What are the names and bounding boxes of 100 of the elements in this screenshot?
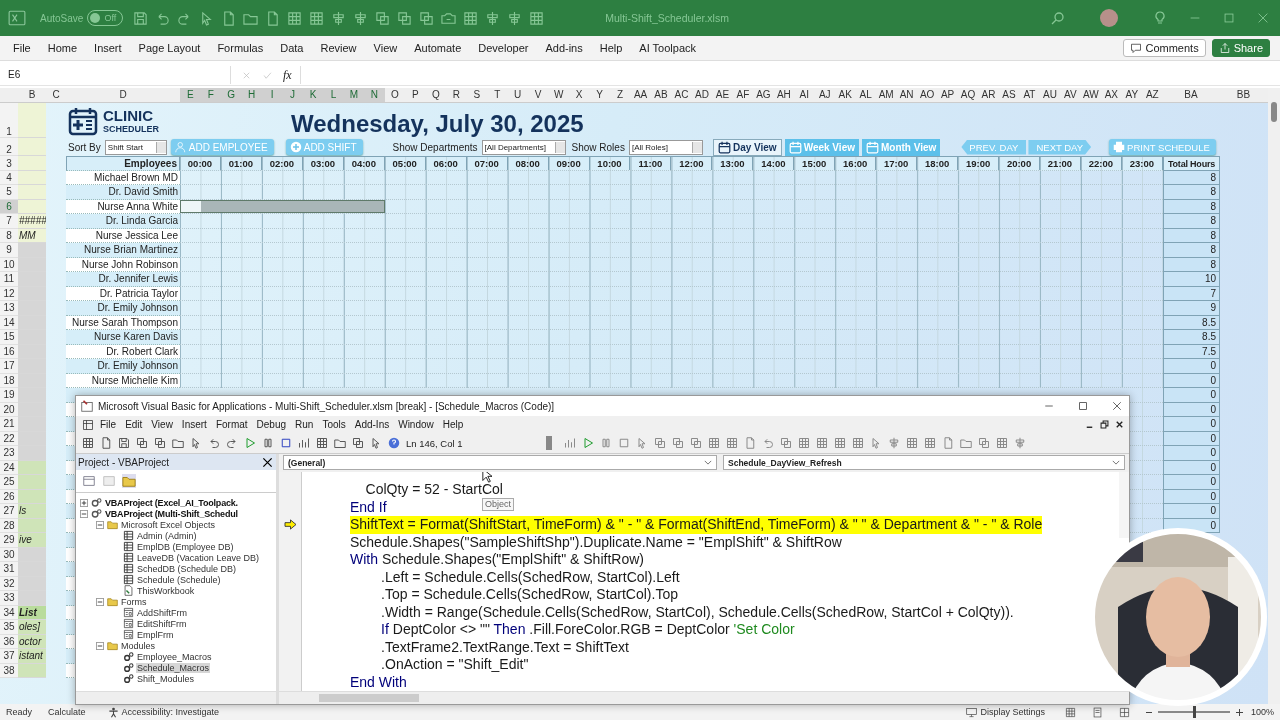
row-number[interactable]: 5 (0, 185, 18, 200)
tree-item[interactable]: LeaveDB (Vacation Leave DB) (136, 552, 260, 563)
close-icon[interactable] (1114, 419, 1125, 430)
tree-item[interactable]: EditShiftFrm (136, 618, 188, 629)
column-header[interactable]: Z (609, 88, 631, 102)
menu-item[interactable]: Debug (256, 419, 286, 430)
check-icon[interactable] (262, 69, 273, 81)
column-header[interactable]: V (527, 88, 549, 102)
column-header[interactable]: F (200, 88, 221, 102)
tree-item[interactable]: Schedule (Schedule) (136, 574, 222, 585)
document-icon[interactable] (265, 10, 281, 26)
column-header[interactable]: S (466, 88, 488, 102)
column-header[interactable]: E (180, 88, 201, 102)
tree-item[interactable]: Employee_Macros (136, 651, 213, 662)
row-number[interactable]: 27 (0, 504, 18, 519)
hour-cells[interactable] (180, 228, 1163, 243)
search-icon[interactable] (1050, 10, 1066, 26)
column-header[interactable]: C (46, 88, 66, 102)
align-icon[interactable] (1014, 437, 1026, 449)
horizontal-scrollbar[interactable] (279, 691, 1129, 704)
column-header[interactable]: U (507, 88, 528, 102)
document-icon[interactable] (942, 437, 954, 449)
pointer-icon[interactable] (370, 437, 382, 449)
row-number[interactable]: 33 (0, 591, 18, 606)
tree-item[interactable]: Microsoft Excel Objects (120, 519, 217, 530)
column-header[interactable]: H (241, 88, 262, 102)
column-header[interactable]: AP (937, 88, 958, 102)
hour-cells[interactable] (180, 170, 1163, 185)
page-break-icon[interactable] (1118, 706, 1130, 718)
column-header[interactable]: AL (855, 88, 876, 102)
pointer-icon[interactable] (636, 437, 648, 449)
row-number[interactable]: 13 (0, 301, 18, 316)
folder-icon[interactable] (172, 437, 184, 449)
menu-item[interactable]: Window (398, 419, 434, 430)
display-settings-button[interactable]: Display Settings (980, 707, 1045, 717)
column-header[interactable]: B (18, 88, 46, 102)
column-header[interactable]: P (405, 88, 426, 102)
hour-cells[interactable] (180, 373, 1163, 388)
column-header[interactable]: AN (896, 88, 917, 102)
row-number[interactable]: 21 (0, 417, 18, 432)
procedure-dropdown[interactable]: Schedule_DayView_Refresh (723, 455, 1125, 470)
ribbon-tab[interactable]: Automate (414, 42, 462, 54)
tree-item[interactable]: AddShiftFrm (136, 607, 188, 618)
camera-icon[interactable] (441, 10, 457, 26)
layers-icon[interactable] (780, 437, 792, 449)
menu-item[interactable]: Format (215, 419, 248, 430)
zoom-level[interactable]: 100% (1250, 707, 1274, 717)
horizontal-scrollbar[interactable] (76, 691, 276, 704)
accessibility-status[interactable]: Accessibility: Investigate (121, 707, 220, 717)
bar-chart-icon[interactable] (298, 437, 310, 449)
redo-icon[interactable] (226, 437, 238, 449)
column-header[interactable]: AU (1039, 88, 1061, 102)
grid-icon[interactable] (1064, 706, 1076, 718)
play-icon[interactable] (244, 437, 256, 449)
expand-toggle[interactable] (80, 509, 88, 518)
menu-item[interactable]: Insert (181, 419, 207, 430)
row-number[interactable]: 2 (0, 138, 18, 156)
undo-icon[interactable] (762, 437, 774, 449)
align-icon[interactable] (353, 10, 369, 26)
column-header[interactable]: AM (875, 88, 897, 102)
column-header[interactable]: AD (691, 88, 713, 102)
pause-icon[interactable] (262, 437, 274, 449)
column-header[interactable]: K (302, 88, 324, 102)
departments-dropdown[interactable]: [All Departments] (481, 139, 566, 155)
vertical-scrollbar[interactable] (1119, 472, 1129, 538)
ribbon-tab[interactable]: Developer (478, 42, 529, 54)
save-icon[interactable] (118, 437, 130, 449)
tree-item[interactable]: ThisWorkbook (136, 585, 196, 596)
sort-dropdown[interactable]: Shift Start (104, 139, 167, 155)
page-icon[interactable] (1091, 706, 1103, 718)
hour-cells[interactable] (180, 315, 1163, 330)
column-header[interactable]: J (282, 88, 303, 102)
restore-icon[interactable] (1099, 419, 1110, 430)
name-box[interactable]: E6 (0, 66, 231, 84)
hour-cells[interactable] (180, 286, 1163, 301)
pause-icon[interactable] (600, 437, 612, 449)
play-icon[interactable] (582, 437, 594, 449)
ribbon-tab[interactable]: Page Layout (138, 42, 201, 54)
column-header[interactable]: AR (978, 88, 999, 102)
layers-icon[interactable] (654, 437, 666, 449)
save-icon[interactable] (133, 10, 149, 26)
hour-cells[interactable] (1130, 402, 1163, 417)
close-icon[interactable] (262, 456, 273, 468)
row-number[interactable]: 7 (0, 214, 18, 229)
pointer-icon[interactable] (870, 437, 882, 449)
row-number[interactable]: 23 (0, 446, 18, 461)
maximize-icon[interactable] (1077, 400, 1089, 412)
align-icon[interactable] (485, 10, 501, 26)
column-header[interactable]: AJ (814, 88, 835, 102)
grid-icon[interactable] (906, 437, 918, 449)
tree-item[interactable]: EmplDB (Employee DB) (136, 541, 235, 552)
roles-dropdown[interactable]: [All Roles] (628, 139, 703, 155)
hour-cells[interactable] (1130, 460, 1163, 475)
menu-item[interactable]: Tools (322, 419, 346, 430)
expand-toggle[interactable] (96, 641, 104, 650)
tree-item[interactable]: Admin (Admin) (136, 530, 198, 541)
column-header[interactable]: AY (1121, 88, 1143, 102)
hour-cells[interactable] (1130, 475, 1163, 490)
menu-item[interactable]: Add-Ins (354, 419, 390, 430)
grid-icon[interactable] (816, 437, 828, 449)
